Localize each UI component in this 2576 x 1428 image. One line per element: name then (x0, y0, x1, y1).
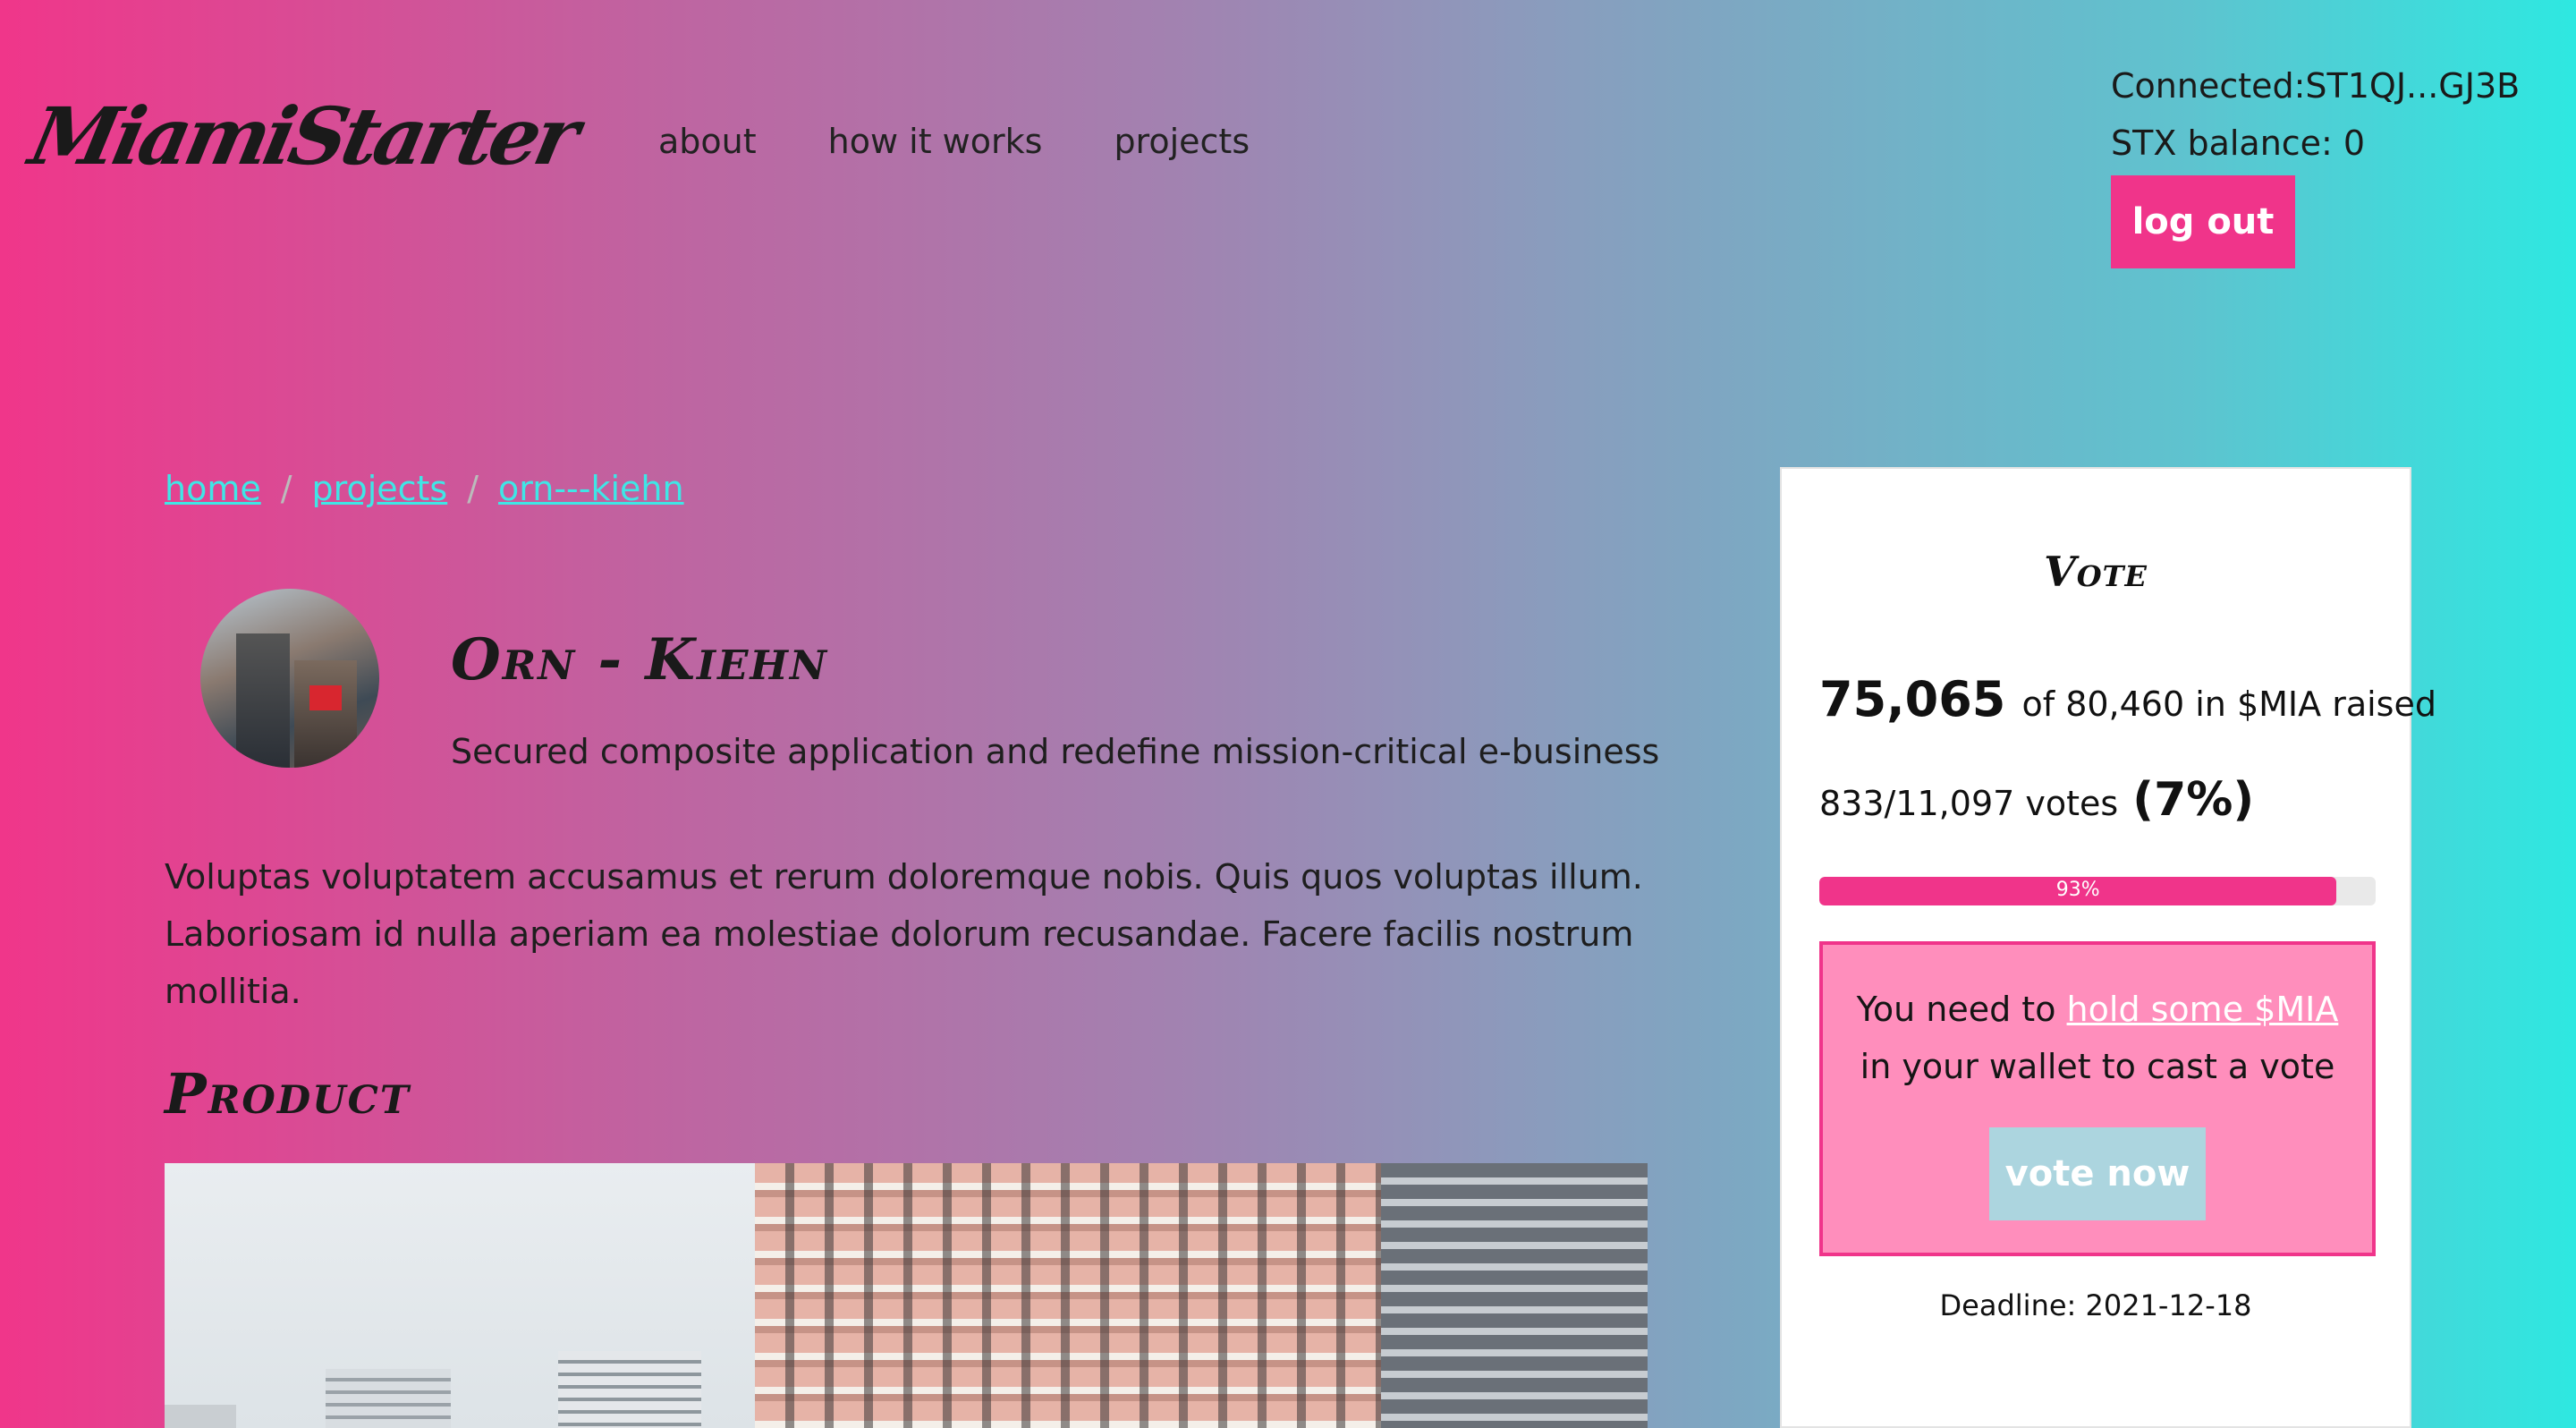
nav-projects-link[interactable]: projects (1114, 122, 1250, 161)
main-nav: about how it works projects (658, 122, 1250, 161)
nav-about-link[interactable]: about (658, 122, 757, 161)
vote-now-button[interactable]: vote now (1989, 1127, 2206, 1220)
logout-button[interactable]: log out (2111, 175, 2295, 268)
raised-total: of 80,460 in $MIA raised (2021, 684, 2436, 724)
avatar-sign-shape (309, 685, 342, 710)
notice-suffix: in your wallet to cast a vote (1860, 1047, 2335, 1086)
nav-how-it-works-link[interactable]: how it works (828, 122, 1043, 161)
stx-balance: STX balance: 0 (2111, 123, 2366, 163)
project-tagline: Secured composite application and redefi… (451, 732, 1660, 771)
vote-card: Vote 75,065 of 80,460 in $MIA raised 833… (1780, 467, 2436, 1428)
vote-title: Vote (2044, 548, 2148, 596)
image-building-shape (326, 1369, 451, 1428)
breadcrumb-separator: / (280, 469, 292, 508)
hold-mia-notice: You need to hold some $MIA in your walle… (1819, 941, 2376, 1256)
vote-deadline: Deadline: 2021-12-18 (1939, 1288, 2252, 1322)
image-building-shape (558, 1351, 701, 1428)
image-building-shape (1381, 1163, 1648, 1428)
votes-summary: 833/11,097 votes (7%) (1819, 773, 2254, 827)
product-image (165, 1163, 1648, 1428)
funding-progress-fill: 93% (1819, 877, 2337, 905)
product-heading: Product (165, 1061, 411, 1126)
avatar-building-shape (236, 633, 290, 768)
project-title: Orn - Kiehn (451, 626, 829, 693)
notice-prefix: You need to (1856, 990, 2056, 1029)
breadcrumb-separator: / (467, 469, 479, 508)
image-building-shape (165, 1405, 236, 1428)
votes-percent: (7%) (2132, 773, 2255, 827)
breadcrumb: home / projects / orn---kiehn (165, 469, 684, 508)
breadcrumb-current-link[interactable]: orn---kiehn (498, 469, 684, 508)
raised-amount: 75,065 (1819, 671, 2006, 727)
hold-mia-link[interactable]: hold some $MIA (2067, 990, 2339, 1029)
breadcrumb-home-link[interactable]: home (165, 469, 261, 508)
account-info: Connected:ST1QJ...GJ3B STX balance: 0 (2111, 57, 2520, 172)
project-avatar (200, 589, 379, 768)
project-description: Voluptas voluptatem accusamus et rerum d… (165, 857, 1643, 1011)
notice-text: You need to hold some $MIA in your walle… (1823, 981, 2372, 1095)
funding-progress-bar: 93% (1819, 877, 2376, 905)
connected-address: Connected:ST1QJ...GJ3B (2111, 66, 2521, 106)
votes-count: 833/11,097 votes (1819, 784, 2119, 823)
raised-summary: 75,065 of 80,460 in $MIA raised (1819, 671, 2436, 727)
breadcrumb-projects-link[interactable]: projects (312, 469, 448, 508)
site-logo[interactable]: MiamiStarter (22, 89, 583, 183)
avatar-building-shape (294, 660, 357, 768)
